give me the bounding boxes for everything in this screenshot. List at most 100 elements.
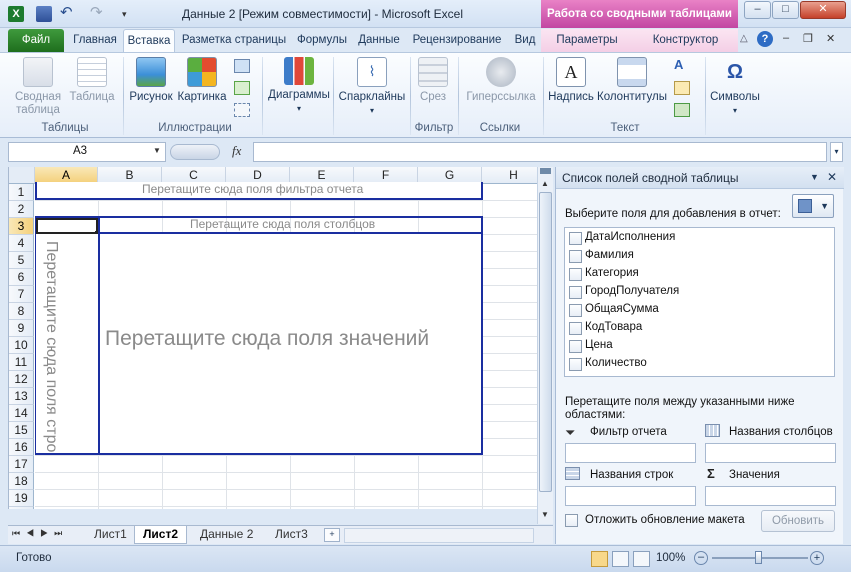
- field-checkbox[interactable]: [569, 250, 582, 263]
- row-header-19[interactable]: 19: [9, 490, 34, 507]
- smartart-icon[interactable]: [234, 81, 250, 95]
- tab-formulas[interactable]: Формулы: [292, 29, 352, 52]
- row-header-11[interactable]: 11: [9, 354, 34, 371]
- page-break-view-icon[interactable]: [633, 551, 650, 567]
- sheet-tab-3[interactable]: Данные 2: [192, 526, 261, 544]
- row-header-13[interactable]: 13: [9, 388, 34, 405]
- row-header-2[interactable]: 2: [9, 201, 34, 218]
- field-label[interactable]: КодТовара: [585, 321, 642, 333]
- tab-data[interactable]: Данные: [354, 29, 404, 52]
- wordart-icon[interactable]: A: [674, 58, 690, 73]
- sheet-nav-icons[interactable]: ⏮◀▶⏭: [12, 528, 68, 539]
- doc-close-icon[interactable]: ✕: [826, 32, 835, 45]
- field-label[interactable]: Фамилия: [585, 249, 634, 261]
- column-labels-drop-zone[interactable]: Перетащите сюда поля столбцов: [98, 216, 483, 234]
- tab-options[interactable]: Параметры: [541, 29, 633, 52]
- row-header-6[interactable]: 6: [9, 269, 34, 286]
- row-header-10[interactable]: 10: [9, 337, 34, 354]
- row-header-18[interactable]: 18: [9, 473, 34, 490]
- customize-qat-icon[interactable]: ▾: [122, 6, 138, 22]
- field-label[interactable]: ДатаИсполнения: [585, 231, 675, 243]
- tab-home[interactable]: Главная: [68, 29, 122, 52]
- tab-page-layout[interactable]: Разметка страницы: [178, 29, 290, 52]
- scroll-thumb[interactable]: [539, 192, 552, 492]
- horizontal-scrollbar[interactable]: [344, 528, 534, 543]
- pane-options-icon[interactable]: ▼: [810, 172, 819, 182]
- row-header-7[interactable]: 7: [9, 286, 34, 303]
- row-header-4[interactable]: 4: [9, 235, 34, 252]
- row-header-20[interactable]: 20: [9, 507, 34, 509]
- row-labels-drop-zone[interactable]: Перетащите сюда поля строк: [36, 234, 98, 453]
- field-label[interactable]: ГородПолучателя: [585, 285, 679, 297]
- field-checkbox[interactable]: [569, 286, 582, 299]
- help-icon[interactable]: ?: [757, 31, 773, 47]
- save-icon[interactable]: [36, 6, 52, 22]
- row-header-5[interactable]: 5: [9, 252, 34, 269]
- row-header-15[interactable]: 15: [9, 422, 34, 439]
- vertical-scrollbar[interactable]: ▲ ▼: [537, 167, 553, 524]
- textbox-button[interactable]: A Надпись: [546, 57, 596, 104]
- tab-file[interactable]: Файл: [8, 29, 64, 52]
- close-icon[interactable]: ✕: [800, 1, 846, 19]
- defer-update-checkbox[interactable]: [565, 514, 578, 527]
- values-drop-zone[interactable]: Перетащите сюда поля значений: [100, 234, 481, 453]
- values-area[interactable]: [705, 486, 836, 506]
- update-button[interactable]: Обновить: [761, 510, 835, 532]
- report-filter-area[interactable]: [565, 443, 696, 463]
- row-header-17[interactable]: 17: [9, 456, 34, 473]
- insert-sheet-icon[interactable]: +: [324, 528, 340, 542]
- field-checkbox[interactable]: [569, 268, 582, 281]
- row-header-9[interactable]: 9: [9, 320, 34, 337]
- field-checkbox[interactable]: [569, 232, 582, 245]
- row-header-3[interactable]: 3: [9, 218, 34, 235]
- doc-minimize-icon[interactable]: –: [783, 32, 789, 44]
- undo-icon[interactable]: ↶: [60, 5, 76, 22]
- pivot-table-button[interactable]: Сводная таблица: [12, 57, 64, 117]
- charts-button[interactable]: Диаграммы ▾: [266, 57, 332, 115]
- hyperlink-button[interactable]: Гиперссылка: [462, 57, 540, 104]
- field-checkbox[interactable]: [569, 322, 582, 335]
- zoom-out-icon[interactable]: –: [694, 551, 708, 565]
- field-label[interactable]: Категория: [585, 267, 639, 279]
- page-layout-view-icon[interactable]: [612, 551, 629, 567]
- formula-input[interactable]: [253, 142, 827, 162]
- field-label[interactable]: ОбщаяСумма: [585, 303, 659, 315]
- zoom-slider-thumb[interactable]: [755, 551, 762, 564]
- zoom-in-icon[interactable]: +: [810, 551, 824, 565]
- field-checkbox[interactable]: [569, 304, 582, 317]
- tab-design[interactable]: Конструктор: [633, 29, 738, 52]
- slicer-button[interactable]: Срез: [413, 57, 453, 104]
- ribbon-collapse-icon[interactable]: △: [740, 33, 748, 44]
- row-header-16[interactable]: 16: [9, 439, 34, 456]
- header-footer-button[interactable]: Колонтитулы: [597, 57, 667, 104]
- clipart-button[interactable]: Картинка: [176, 57, 228, 104]
- pane-close-icon[interactable]: ✕: [827, 170, 837, 184]
- row-header-8[interactable]: 8: [9, 303, 34, 320]
- report-filter-drop-zone[interactable]: Перетащите сюда поля фильтра отчета: [35, 182, 483, 200]
- normal-view-icon[interactable]: [591, 551, 608, 567]
- scroll-up-icon[interactable]: ▲: [541, 179, 549, 188]
- redo-icon[interactable]: ↷: [90, 5, 106, 22]
- symbols-button[interactable]: Ω Символы ▾: [708, 57, 762, 117]
- field-label[interactable]: Цена: [585, 339, 613, 351]
- field-layout-button[interactable]: ▼: [792, 194, 834, 218]
- table-button[interactable]: Таблица: [68, 57, 116, 104]
- tab-view[interactable]: Вид: [510, 29, 540, 52]
- tab-review[interactable]: Рецензирование: [407, 29, 507, 52]
- formula-bar-resize-handle[interactable]: [170, 144, 220, 160]
- insert-function-icon[interactable]: fx: [232, 143, 241, 159]
- expand-formula-bar-icon[interactable]: ▾: [830, 142, 843, 162]
- shapes-icon[interactable]: [234, 59, 250, 73]
- picture-button[interactable]: Рисунок: [126, 57, 176, 104]
- worksheet-grid[interactable]: A B C D E F G H 1 2 3 4 5 6 7 8 9 10 11 12 13 14 15 16 1…: [8, 167, 552, 509]
- row-header-1[interactable]: 1: [9, 184, 34, 201]
- field-label[interactable]: Количество: [585, 357, 647, 369]
- active-cell-a3[interactable]: [36, 218, 98, 234]
- scroll-down-icon[interactable]: ▼: [541, 510, 549, 519]
- sheet-tab-4[interactable]: Лист3: [267, 526, 316, 544]
- field-checkbox[interactable]: [569, 340, 582, 353]
- row-header-14[interactable]: 14: [9, 405, 34, 422]
- object-icon[interactable]: [674, 103, 690, 117]
- row-header-12[interactable]: 12: [9, 371, 34, 388]
- tab-insert[interactable]: Вставка: [123, 29, 175, 52]
